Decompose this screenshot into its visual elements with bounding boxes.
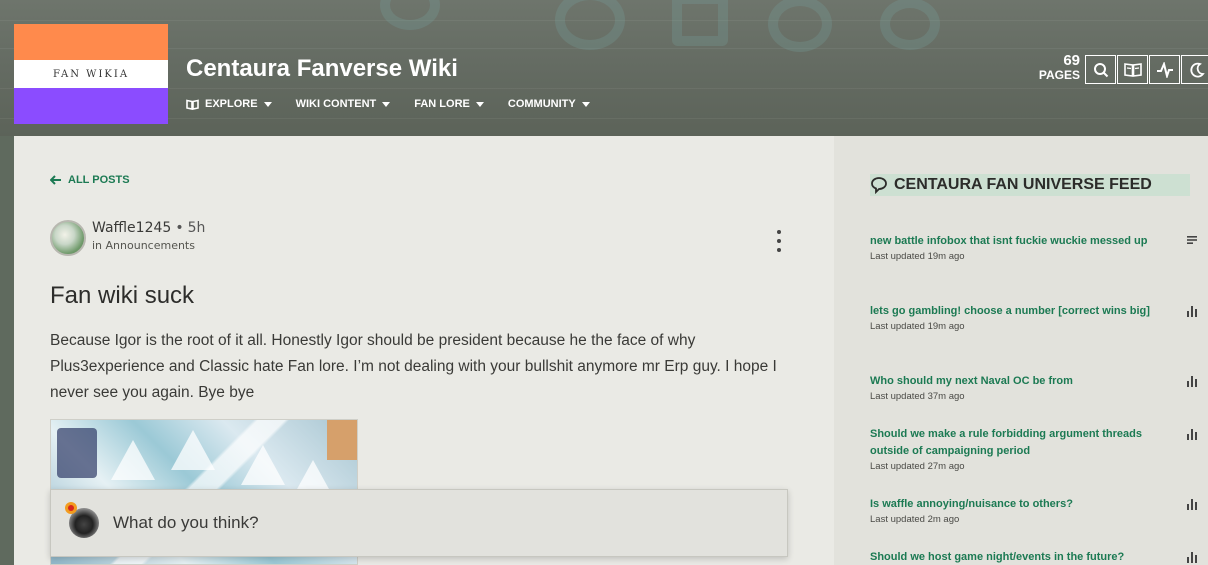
speech-bubble-icon	[871, 177, 887, 194]
header-decoration	[380, 0, 440, 30]
feed-item-updated: Last updated 37m ago	[870, 391, 965, 402]
wiki-logo[interactable]: FAN WIKIA	[14, 24, 168, 124]
image-detail	[241, 445, 285, 485]
nav-explore[interactable]: EXPLORE	[186, 96, 272, 112]
post-panel: ALL POSTS Waffle1245 • 5h in Announcements…	[14, 136, 834, 565]
feed-title-label: CENTAURA FAN UNIVERSE FEED	[894, 176, 1152, 193]
feed-item-updated: Last updated 2m ago	[870, 514, 960, 525]
poll-icon	[1187, 429, 1197, 440]
feed-item-title[interactable]: lets go gambling! choose a number [corre…	[870, 303, 1160, 320]
poll-icon	[1187, 306, 1197, 317]
wiki-nav: EXPLORE WIKI CONTENT FAN LORE COMMUNITY	[186, 96, 614, 112]
feed-item-title[interactable]: Should we make a rule forbidding argumen…	[870, 426, 1160, 460]
reading-mode-button[interactable]	[1117, 55, 1148, 84]
recent-activity-button[interactable]	[1149, 55, 1180, 84]
caret-down-icon	[581, 101, 590, 107]
reply-placeholder[interactable]: What do you think?	[113, 513, 259, 533]
wiki-title[interactable]: Centaura Fanverse Wiki	[186, 55, 458, 83]
feed-title[interactable]: CENTAURA FAN UNIVERSE FEED	[870, 174, 1190, 196]
post-body: Because Igor is the root of it all. Hone…	[50, 332, 777, 401]
page-count[interactable]: 69 PAGES	[1030, 52, 1080, 82]
nav-wiki-content[interactable]: WIKI CONTENT	[296, 96, 391, 112]
reply-box[interactable]: What do you think?	[50, 489, 788, 557]
header-texture	[0, 88, 1208, 89]
badge-icon	[65, 502, 77, 514]
separator-dot: •	[175, 220, 184, 236]
poll-icon	[1187, 499, 1197, 510]
header-tools	[1085, 55, 1208, 84]
caret-down-icon	[475, 101, 484, 107]
logo-purple-band	[14, 88, 168, 124]
header-decoration	[768, 0, 832, 52]
feed-item-updated: Last updated 19m ago	[870, 251, 965, 262]
search-icon	[1093, 62, 1108, 77]
caret-down-icon	[263, 101, 272, 107]
feed-item-title[interactable]: Who should my next Naval OC be from	[870, 373, 1160, 390]
post-menu-button[interactable]	[774, 230, 784, 252]
all-posts-link[interactable]: ALL POSTS	[50, 174, 130, 186]
nav-explore-label: EXPLORE	[205, 98, 258, 110]
header-texture	[0, 48, 1208, 49]
poll-icon	[1187, 376, 1197, 387]
feed-item[interactable]: new battle infobox that isnt fuckie wuck…	[870, 233, 1200, 262]
page-count-label: PAGES	[1038, 68, 1080, 82]
moon-icon	[1189, 62, 1205, 78]
kebab-dot	[777, 239, 781, 243]
feed-item-title[interactable]: new battle infobox that isnt fuckie wuck…	[870, 233, 1160, 250]
image-detail	[171, 430, 215, 470]
logo-orange-band	[14, 24, 168, 60]
dark-mode-button[interactable]	[1181, 55, 1208, 84]
kebab-dot	[777, 248, 781, 252]
feed-item[interactable]: Who should my next Naval OC be from Last…	[870, 373, 1200, 402]
header-decoration	[672, 0, 728, 46]
header-decoration	[880, 0, 940, 50]
nav-fan-lore[interactable]: FAN LORE	[414, 96, 484, 112]
text-lines-icon	[1187, 236, 1197, 244]
arrow-left-icon	[50, 175, 61, 185]
logo-text: FAN WIKIA	[14, 60, 168, 88]
post-category[interactable]: in Announcements	[92, 239, 195, 252]
kebab-dot	[777, 230, 781, 234]
search-button[interactable]	[1085, 55, 1116, 84]
author-name[interactable]: Waffle1245	[92, 220, 171, 236]
caret-down-icon	[382, 101, 391, 107]
feed-item-title[interactable]: Is waffle annoying/nuisance to others?	[870, 496, 1160, 513]
image-detail	[327, 420, 357, 460]
page-count-number: 69	[1063, 52, 1080, 69]
feed-item-title[interactable]: Should we host game night/events in the …	[870, 549, 1170, 565]
author-avatar[interactable]	[50, 220, 86, 256]
feed-item[interactable]: Should we make a rule forbidding argumen…	[870, 426, 1200, 472]
user-avatar	[65, 502, 99, 538]
nav-wiki-content-label: WIKI CONTENT	[295, 98, 377, 110]
feed-item-updated: Last updated 27m ago	[870, 461, 965, 472]
wiki-header: FAN WIKIA Centaura Fanverse Wiki EXPLORE…	[0, 0, 1208, 136]
image-detail	[57, 428, 97, 478]
activity-icon	[1156, 61, 1173, 78]
post-title: Fan wiki suck	[50, 282, 195, 309]
header-decoration	[555, 0, 625, 50]
nav-fan-lore-label: FAN LORE	[414, 98, 470, 110]
book-icon	[186, 99, 199, 110]
nav-community-label: COMMUNITY	[507, 98, 576, 110]
feed-item-updated: Last updated 19m ago	[870, 321, 965, 332]
poll-icon	[1187, 552, 1197, 563]
post-author-line: Waffle1245 • 5h	[92, 220, 205, 236]
reading-icon	[1123, 62, 1142, 77]
header-texture	[0, 118, 1208, 119]
post-time: 5h	[187, 220, 206, 236]
all-posts-label: ALL POSTS	[68, 174, 130, 186]
community-feed: CENTAURA FAN UNIVERSE FEED new battle in…	[834, 136, 1208, 565]
image-detail	[111, 440, 155, 480]
feed-item[interactable]: Is waffle annoying/nuisance to others? L…	[870, 496, 1200, 525]
nav-community[interactable]: COMMUNITY	[508, 96, 590, 112]
feed-item[interactable]: lets go gambling! choose a number [corre…	[870, 303, 1200, 332]
feed-item[interactable]: Should we host game night/events in the …	[870, 549, 1200, 565]
